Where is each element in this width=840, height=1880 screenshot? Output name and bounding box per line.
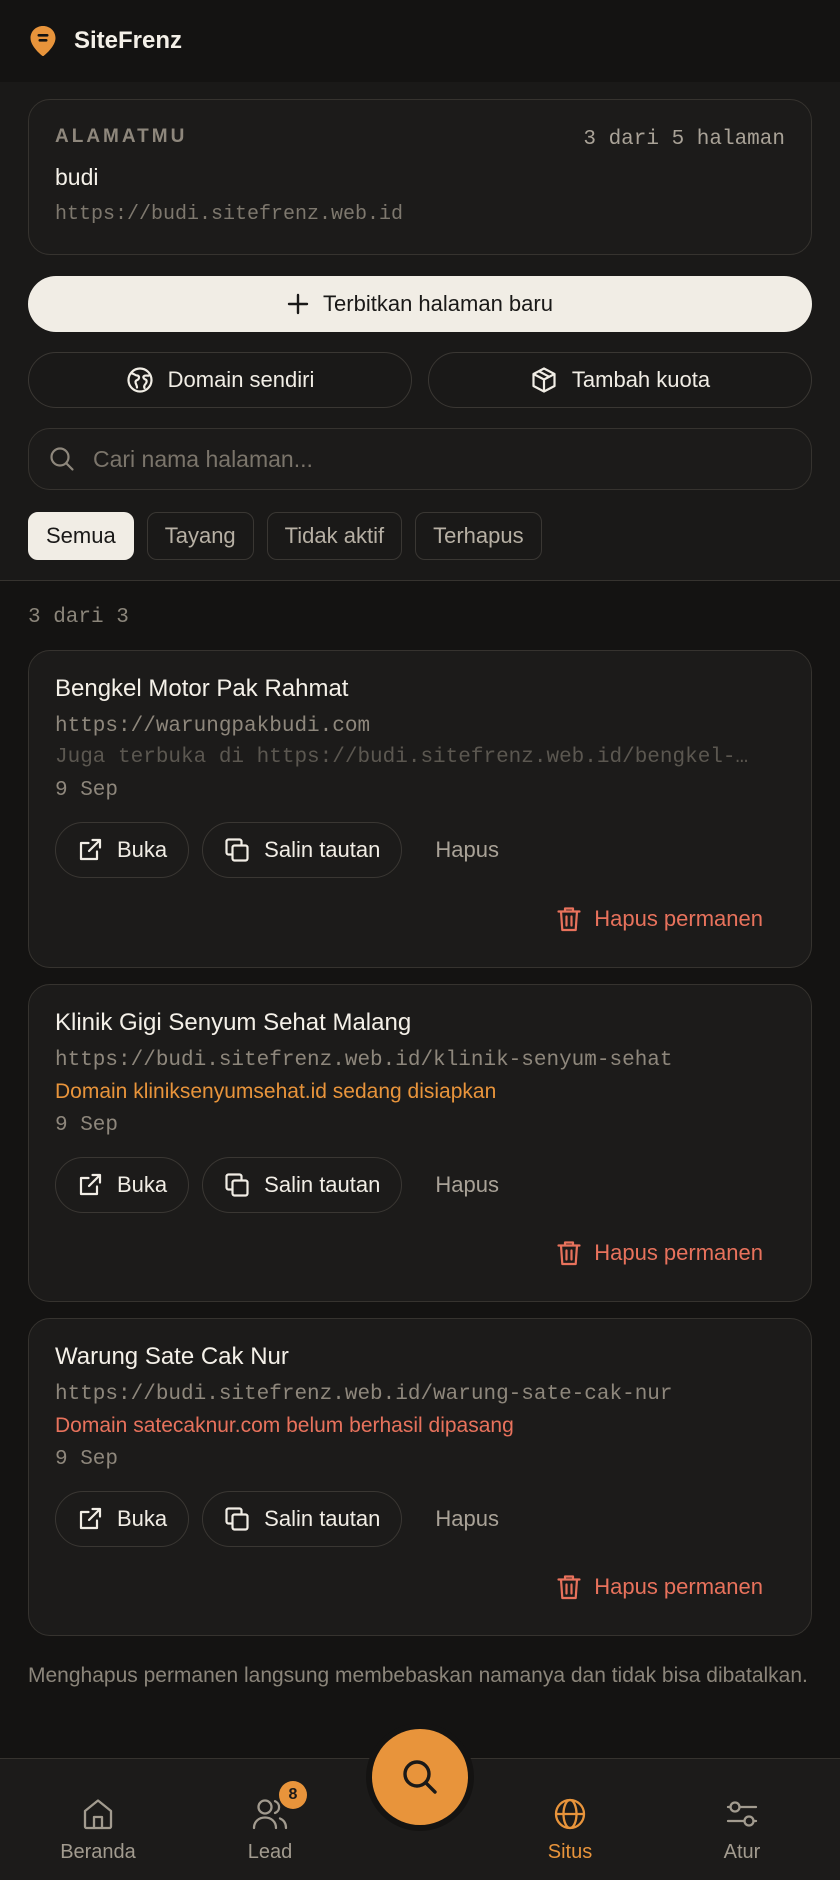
site-title: Klinik Gigi Senyum Sehat Malang bbox=[55, 1009, 412, 1036]
app-header: SiteFrenz bbox=[0, 0, 840, 82]
top-section: ALAMATMU 3 dari 5 halaman budi https://b… bbox=[0, 82, 840, 581]
publish-new-page-button[interactable]: Terbitkan halaman baru bbox=[28, 276, 812, 332]
custom-domain-button[interactable]: Domain sendiri bbox=[28, 352, 412, 408]
copy-link-label: Salin tautan bbox=[264, 837, 381, 862]
trash-icon bbox=[557, 1575, 581, 1600]
pin-logo-icon bbox=[30, 26, 56, 56]
site-title: Bengkel Motor Pak Rahmat bbox=[55, 675, 349, 702]
external-link-icon bbox=[79, 838, 102, 861]
search-box bbox=[28, 428, 812, 490]
site-actions: Buka Salin tautan Hapus bbox=[55, 822, 785, 878]
delete-button[interactable]: Hapus bbox=[415, 837, 519, 863]
filter-terhapus[interactable]: Terhapus bbox=[415, 512, 542, 560]
trash-icon bbox=[557, 1241, 581, 1266]
custom-domain-label: Domain sendiri bbox=[167, 367, 315, 392]
secondary-actions: Domain sendiri Tambah kuota bbox=[28, 352, 812, 408]
nav-label: Beranda bbox=[60, 1841, 136, 1863]
search-icon bbox=[50, 447, 74, 471]
address-url: https://budi.sitefrenz.web.id bbox=[55, 203, 404, 226]
site-url[interactable]: https://warungpakbudi.com bbox=[55, 715, 785, 738]
copy-icon bbox=[225, 838, 249, 862]
site-url[interactable]: https://budi.sitefrenz.web.id/klinik-sen… bbox=[55, 1049, 785, 1072]
permanent-delete-button[interactable]: Hapus permanen bbox=[556, 1573, 763, 1601]
search-icon bbox=[403, 1760, 437, 1794]
site-url[interactable]: https://budi.sitefrenz.web.id/warung-sat… bbox=[55, 1383, 785, 1406]
add-quota-button[interactable]: Tambah kuota bbox=[428, 352, 812, 408]
site-note: Domain satecaknur.com belum berhasil dip… bbox=[55, 1414, 514, 1437]
site-date: 9 Sep bbox=[55, 779, 119, 802]
globe-icon bbox=[127, 367, 153, 393]
copy-link-button[interactable]: Salin tautan bbox=[202, 822, 403, 878]
external-link-icon bbox=[79, 1173, 102, 1196]
site-card: Klinik Gigi Senyum Sehat Malang https://… bbox=[28, 984, 812, 1302]
filter-semua[interactable]: Semua bbox=[28, 512, 134, 560]
search-fab-button[interactable] bbox=[372, 1729, 468, 1825]
sliders-icon bbox=[726, 1801, 758, 1827]
copy-link-button[interactable]: Salin tautan bbox=[202, 1491, 403, 1547]
box-icon bbox=[532, 367, 556, 393]
site-actions: Buka Salin tautan Hapus bbox=[55, 1157, 785, 1213]
copy-icon bbox=[225, 1507, 249, 1531]
filter-tidak-aktif[interactable]: Tidak aktif bbox=[266, 512, 403, 560]
filter-chips: Semua Tayang Tidak aktif Terhapus bbox=[28, 512, 812, 560]
site-actions: Buka Salin tautan Hapus bbox=[55, 1491, 785, 1547]
open-button[interactable]: Buka bbox=[55, 1491, 190, 1547]
nav-label: Situs bbox=[547, 1841, 593, 1863]
open-label: Buka bbox=[117, 837, 168, 862]
site-note: Domain kliniksenyumsehat.id sedang disia… bbox=[55, 1080, 497, 1103]
open-label: Buka bbox=[117, 1506, 168, 1531]
delete-button[interactable]: Hapus bbox=[415, 1506, 519, 1532]
nav-item-beranda[interactable]: Beranda bbox=[23, 1759, 173, 1880]
trash-icon bbox=[557, 907, 581, 932]
site-title: Warung Sate Cak Nur bbox=[55, 1343, 289, 1370]
open-label: Buka bbox=[117, 1172, 168, 1197]
site-date: 9 Sep bbox=[55, 1448, 119, 1471]
plus-icon bbox=[287, 293, 309, 315]
permanent-delete-footnote: Menghapus permanen langsung membebaskan … bbox=[28, 1664, 808, 1687]
delete-button[interactable]: Hapus bbox=[415, 1172, 519, 1198]
address-name: budi bbox=[55, 164, 99, 190]
copy-link-button[interactable]: Salin tautan bbox=[202, 1157, 403, 1213]
open-button[interactable]: Buka bbox=[55, 822, 190, 878]
open-button[interactable]: Buka bbox=[55, 1157, 190, 1213]
nav-label: Atur bbox=[723, 1841, 761, 1863]
nav-item-atur[interactable]: Atur bbox=[667, 1759, 817, 1880]
nav-item-lead[interactable]: 8 Lead bbox=[195, 1759, 345, 1880]
globe-icon bbox=[554, 1798, 586, 1830]
lead-count-badge: 8 bbox=[279, 1781, 307, 1809]
quota-count: 3 dari 5 halaman bbox=[583, 128, 785, 151]
copy-icon bbox=[225, 1173, 249, 1197]
site-card: Warung Sate Cak Nur https://budi.sitefre… bbox=[28, 1318, 812, 1636]
copy-link-label: Salin tautan bbox=[264, 1172, 381, 1197]
external-link-icon bbox=[79, 1507, 102, 1530]
copy-link-label: Salin tautan bbox=[264, 1506, 381, 1531]
permanent-delete-label: Hapus permanen bbox=[594, 906, 763, 931]
permanent-delete-label: Hapus permanen bbox=[594, 1240, 763, 1265]
add-quota-label: Tambah kuota bbox=[571, 367, 711, 392]
address-card: ALAMATMU 3 dari 5 halaman budi https://b… bbox=[28, 99, 812, 255]
filter-tayang[interactable]: Tayang bbox=[146, 512, 254, 560]
list-count: 3 dari 3 bbox=[28, 606, 129, 629]
publish-label: Terbitkan halaman baru bbox=[323, 291, 553, 316]
permanent-delete-label: Hapus permanen bbox=[594, 1574, 763, 1599]
nav-item-situs[interactable]: Situs bbox=[495, 1759, 645, 1880]
home-icon bbox=[83, 1799, 113, 1830]
nav-label: Lead bbox=[247, 1841, 293, 1863]
permanent-delete-button[interactable]: Hapus permanen bbox=[556, 905, 763, 933]
site-note: Juga terbuka di https://budi.sitefrenz.w… bbox=[55, 746, 749, 769]
site-date: 9 Sep bbox=[55, 1114, 119, 1137]
site-card: Bengkel Motor Pak Rahmat https://warungp… bbox=[28, 650, 812, 968]
search-input[interactable] bbox=[93, 445, 773, 473]
permanent-delete-button[interactable]: Hapus permanen bbox=[556, 1239, 763, 1267]
app-title: SiteFrenz bbox=[74, 27, 183, 54]
